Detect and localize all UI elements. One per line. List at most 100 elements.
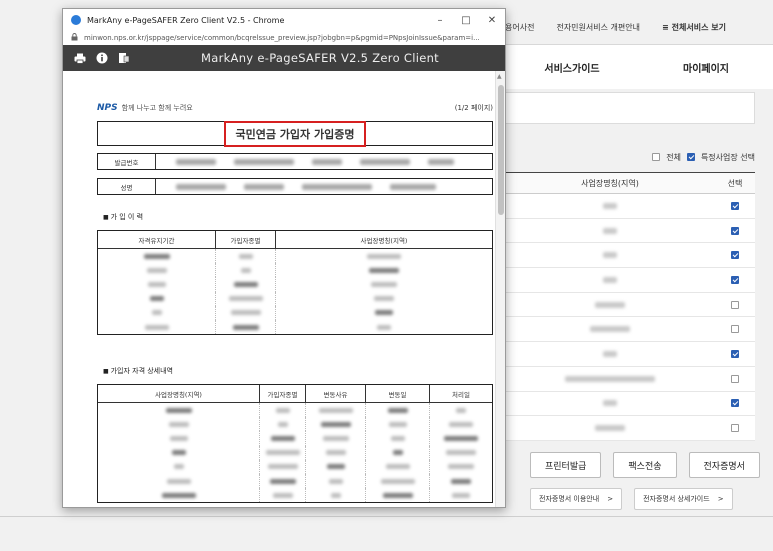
close-button[interactable]: ✕: [479, 15, 505, 26]
row-select-checkbox[interactable]: [731, 275, 739, 284]
row-select-checkbox[interactable]: [731, 201, 739, 210]
info-icon[interactable]: [91, 48, 113, 68]
table-row[interactable]: [505, 194, 755, 219]
select-cell: [715, 424, 755, 433]
table-row[interactable]: [505, 416, 755, 441]
header-member-type: 가입자종별: [260, 385, 306, 402]
maximize-button[interactable]: □: [453, 15, 479, 26]
select-cell: [715, 226, 755, 235]
row-select-checkbox[interactable]: [731, 349, 739, 358]
scroll-thumb[interactable]: [498, 85, 504, 215]
select-cell: [715, 325, 755, 334]
table-row[interactable]: [505, 243, 755, 269]
nav-my-page[interactable]: 마이페이지: [639, 60, 773, 75]
redacted-cell: [260, 431, 306, 446]
table-row[interactable]: [505, 218, 755, 244]
table-row[interactable]: [505, 317, 755, 343]
issue-buttons: 프린터발급 팩스전송 전자증명서: [530, 452, 760, 478]
top-nav-renewal-notice[interactable]: 전자민원서비스 개편안내: [556, 22, 640, 33]
all-checkbox[interactable]: [652, 153, 661, 161]
table-header: 사업장명칭(지역) 선택: [505, 172, 755, 194]
minimize-button[interactable]: –: [427, 15, 453, 26]
top-nav-all-services[interactable]: ≡ 전체서비스 보기: [662, 22, 726, 33]
address-bar[interactable]: minwon.nps.or.kr/jsppage/service/common/…: [63, 31, 505, 45]
top-nav-glossary[interactable]: 용어사전: [505, 22, 534, 33]
redacted-cell: [430, 474, 492, 488]
redacted-cell: [366, 445, 430, 460]
save-icon[interactable]: [113, 48, 135, 68]
link-label: 전자증명서 이용안내: [539, 495, 600, 503]
name-value-redacted: [156, 179, 492, 194]
row-select-checkbox[interactable]: [731, 424, 739, 433]
specific-site-checkbox[interactable]: [686, 153, 695, 161]
redacted-cell: [216, 249, 276, 264]
document-scrollbar[interactable]: ▲: [495, 71, 505, 507]
redacted-cell: [98, 305, 216, 320]
fax-send-button[interactable]: 팩스전송: [613, 452, 677, 478]
row-select-checkbox[interactable]: [731, 251, 739, 260]
redacted-cell: [276, 292, 492, 306]
redacted-row: [98, 277, 492, 292]
redacted-cell: [306, 417, 366, 432]
app-favicon-icon: [71, 15, 81, 25]
row-select-checkbox[interactable]: [731, 300, 739, 309]
select-cell: [715, 374, 755, 383]
nps-logo: NPS: [97, 103, 118, 113]
redacted-cell: [306, 445, 366, 460]
redacted-cell: [430, 403, 492, 417]
row-select-checkbox[interactable]: [731, 226, 739, 235]
site-name-redacted: [505, 276, 715, 283]
guide-links: 전자증명서 이용안내 > 전자증명서 상세가이드 >: [530, 488, 733, 510]
redacted-cell: [98, 319, 216, 335]
header-member-type: 가입자종별: [216, 231, 276, 248]
redacted-cell: [260, 403, 306, 418]
redacted-row: [98, 291, 492, 306]
chevron-right-icon: >: [607, 495, 614, 503]
printer-issue-button[interactable]: 프린터발급: [530, 452, 602, 478]
row-select-checkbox[interactable]: [731, 325, 739, 334]
redacted-cell: [366, 459, 430, 474]
redacted-cell: [366, 403, 430, 418]
doc-title-box: 국민연금 가입자 가입증명: [97, 120, 493, 147]
row-select-checkbox[interactable]: [731, 399, 739, 408]
redacted-cell: [366, 431, 430, 446]
e-cert-detail-guide-link[interactable]: 전자증명서 상세가이드 >: [634, 488, 733, 510]
redacted-cell: [430, 488, 492, 502]
scroll-up-icon[interactable]: ▲: [497, 73, 502, 80]
redacted-cell: [430, 417, 492, 431]
redacted-row: [98, 431, 492, 446]
site-name-redacted: [505, 252, 715, 259]
printer-icon[interactable]: [69, 48, 91, 68]
site-name-redacted: [505, 400, 715, 407]
top-nav: 용어사전 전자민원서비스 개편안내 ≡ 전체서비스 보기: [505, 14, 773, 40]
e-certificate-button[interactable]: 전자증명서: [688, 452, 760, 478]
table-row[interactable]: [505, 268, 755, 293]
redacted-cell: [98, 459, 260, 474]
doc-header: NPS 함께 나누고 함께 누려요 (1/2 페이지): [97, 103, 493, 113]
table-row[interactable]: [505, 391, 755, 417]
table-row[interactable]: [505, 342, 755, 367]
redacted-row: [98, 319, 492, 335]
site-table: 사업장명칭(지역) 선택: [505, 172, 755, 441]
site-name-redacted: [505, 375, 715, 382]
detail-grid-header: 사업장명칭(지역) 가입자종별 변동사유 변동일 처리일: [98, 385, 492, 403]
table-row[interactable]: [505, 366, 755, 392]
header-change-reason: 변동사유: [306, 385, 366, 402]
header-workplace: 사업장명칭(지역): [360, 236, 408, 245]
divider: [0, 516, 773, 517]
viewer-popup-window: MarkAny e-PageSAFER Zero Client V2.5 - C…: [62, 8, 506, 508]
window-titlebar[interactable]: MarkAny e-PageSAFER Zero Client V2.5 - C…: [63, 9, 505, 31]
section-history-title: 가 입 이 력: [103, 212, 143, 222]
row-select-checkbox[interactable]: [731, 374, 739, 383]
nav-service-guide[interactable]: 서비스가이드: [505, 60, 639, 75]
doc-slogan: 함께 나누고 함께 누려요: [121, 104, 193, 112]
header-process-date: 처리일: [452, 390, 470, 399]
table-row[interactable]: [505, 292, 755, 318]
redacted-row: [98, 459, 492, 474]
redacted-cell: [366, 473, 430, 489]
info-panel: [505, 92, 755, 124]
redacted-cell: [306, 403, 366, 418]
redacted-cell: [306, 473, 366, 489]
all-services-label: 전체서비스 보기: [671, 22, 726, 32]
e-cert-usage-link[interactable]: 전자증명서 이용안내 >: [530, 488, 623, 510]
